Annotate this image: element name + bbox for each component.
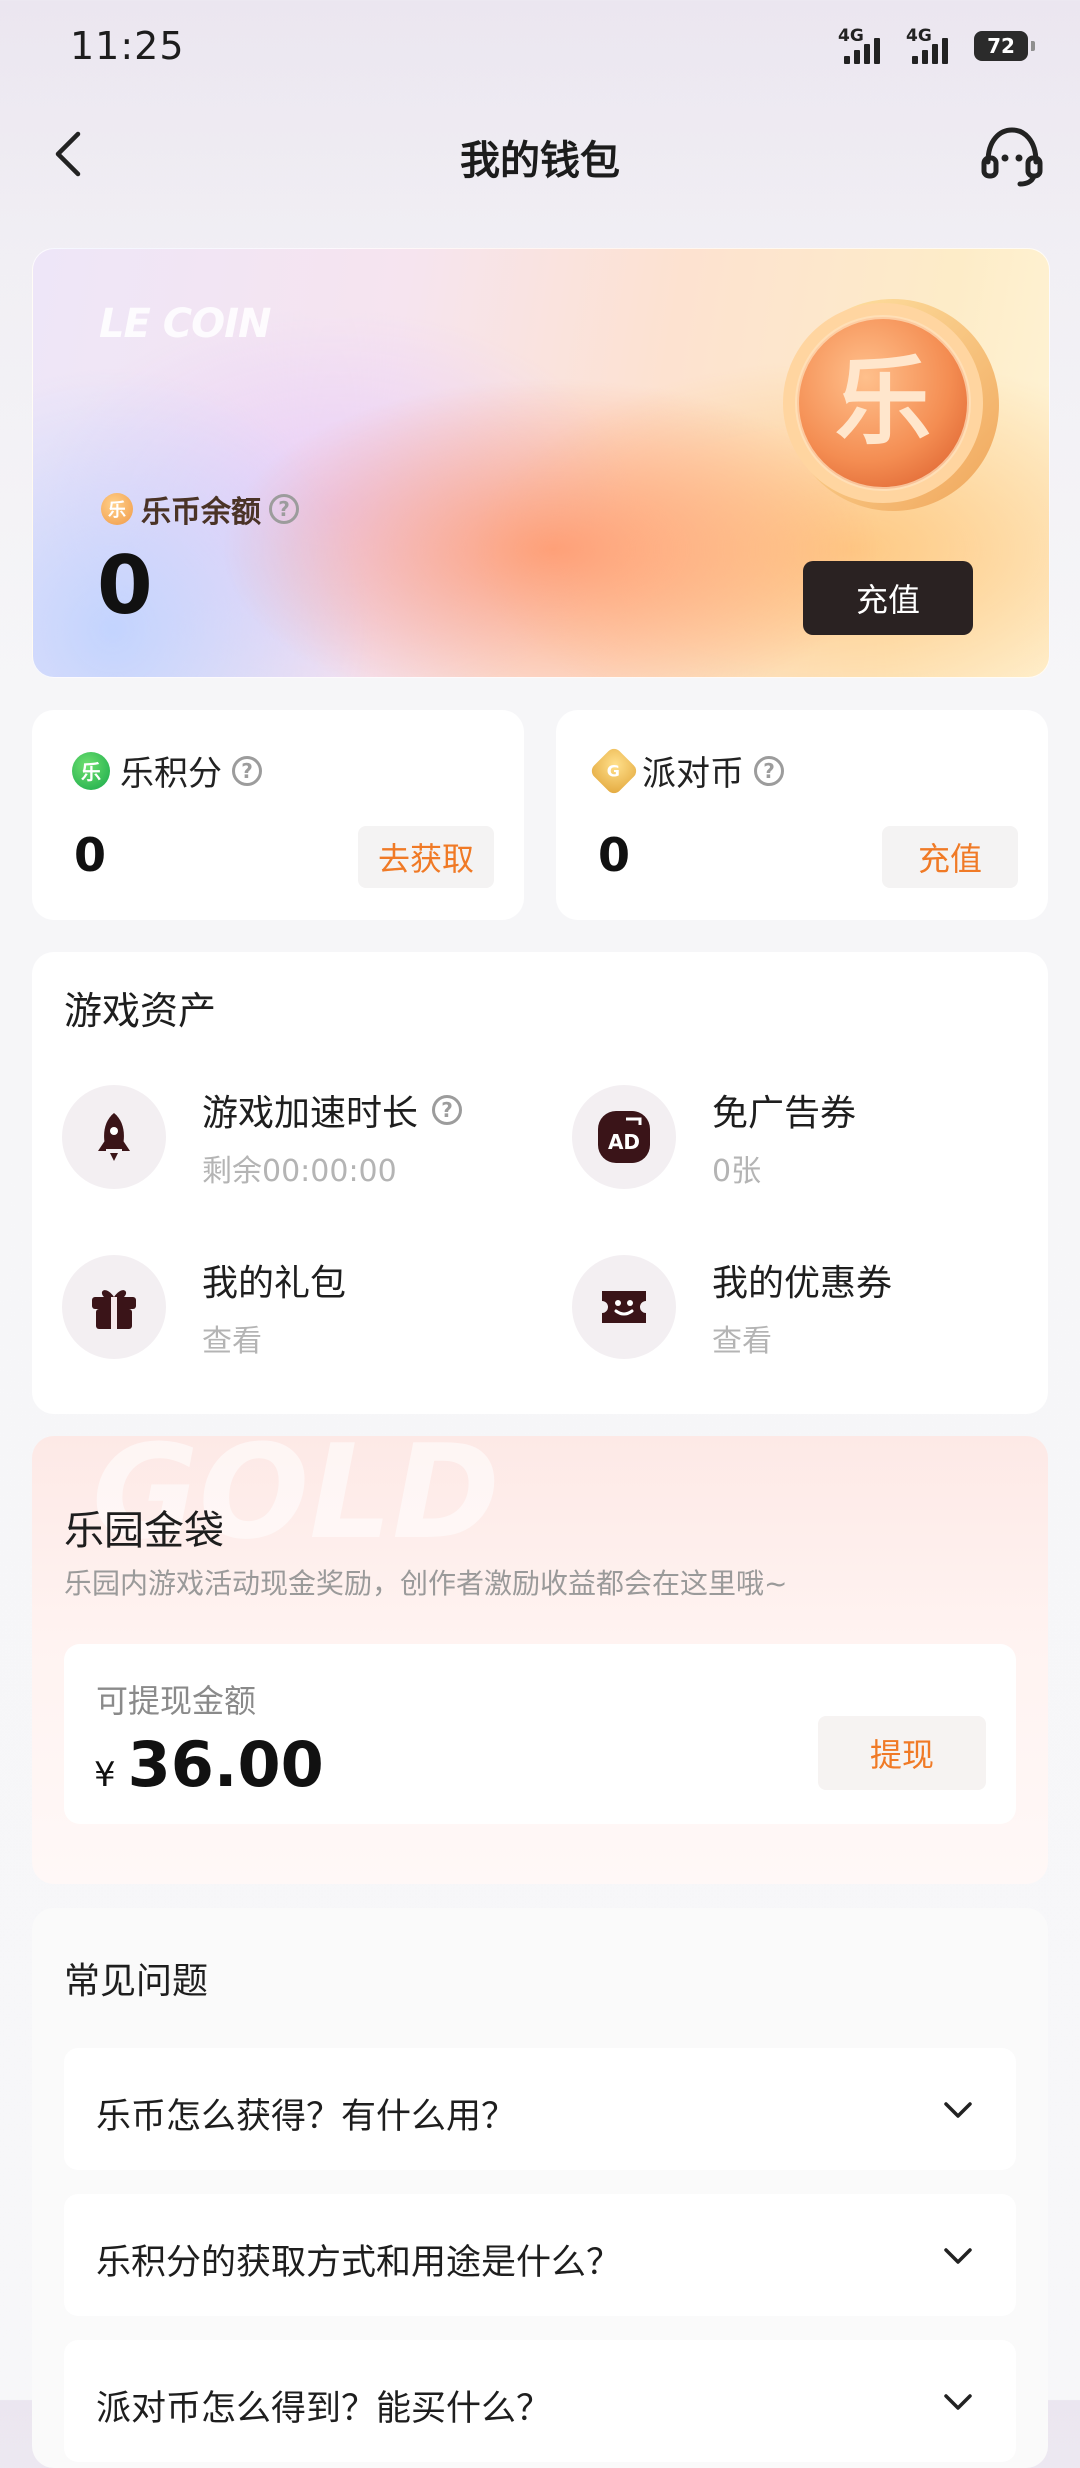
status-indicators: 4G 4G 72 <box>838 26 1035 66</box>
asset-sub: 剩余00:00:00 <box>202 1154 397 1189</box>
rocket-icon <box>62 1085 166 1189</box>
faq-item[interactable]: 乐积分的获取方式和用途是什么？ <box>64 2194 1016 2316</box>
le-coin-card: LE COIN 乐 乐 乐币余额 ? 0 充值 <box>32 248 1050 678</box>
lecoin-watermark: LE COIN <box>99 301 271 347</box>
asset-coupon[interactable]: 我的优惠券 查看 <box>572 1254 892 1360</box>
withdraw-amount-value: 36.00 <box>127 1728 324 1801</box>
gold-bag-description: 乐园内游戏活动现金奖励，创作者激励收益都会在这里哦~ <box>64 1567 788 1600</box>
ad-icon: AD <box>572 1085 676 1189</box>
party-coin-value: 0 <box>598 828 631 882</box>
signal-icon: 4G <box>838 26 896 66</box>
faq-item[interactable]: 派对币怎么得到？能买什么？ <box>64 2340 1016 2462</box>
points-icon: 乐 <box>72 751 110 790</box>
withdraw-amount: ¥ 36.00 <box>94 1728 324 1801</box>
withdraw-label: 可提现金额 <box>96 1682 257 1720</box>
coin-balance-label: 乐 乐币余额 ? <box>101 487 299 531</box>
party-coin-glyph: G <box>607 760 621 780</box>
battery-icon: 72 <box>974 31 1035 61</box>
coin-label-text: 乐币余额 <box>141 495 261 530</box>
faq-card: 常见问题 乐币怎么获得？有什么用？ 乐积分的获取方式和用途是什么？ 派对币怎么得… <box>32 1908 1048 2468</box>
withdraw-button[interactable]: 提现 <box>818 1716 986 1790</box>
gold-bag-card: GOLD 乐园金袋 乐园内游戏活动现金奖励，创作者激励收益都会在这里哦~ 可提现… <box>32 1436 1048 1884</box>
asset-sub: 0张 <box>712 1154 762 1189</box>
asset-name: 免广告券 <box>712 1093 857 1134</box>
asset-acceleration[interactable]: 游戏加速时长? 剩余00:00:00 <box>62 1084 463 1190</box>
le-coin-icon: 乐 <box>101 493 133 525</box>
withdraw-panel: 可提现金额 ¥ 36.00 提现 <box>64 1644 1016 1824</box>
points-label: 乐积分 <box>120 754 222 794</box>
chevron-down-icon <box>944 2102 972 2118</box>
faq-question: 乐积分的获取方式和用途是什么？ <box>96 2243 622 2283</box>
coin-recharge-button[interactable]: 充值 <box>803 561 973 635</box>
page-title: 我的钱包 <box>460 138 620 184</box>
help-icon[interactable]: ? <box>432 1095 463 1125</box>
asset-name: 游戏加速时长 <box>202 1093 419 1134</box>
points-card: 乐 乐积分 ? 0 去获取 <box>32 710 524 920</box>
party-coin-icon: G <box>588 745 640 796</box>
faq-question: 乐币怎么获得？有什么用？ <box>96 2097 517 2137</box>
gold-bag-title: 乐园金袋 <box>64 1508 224 1554</box>
customer-service-button[interactable] <box>978 118 1046 190</box>
get-points-button[interactable]: 去获取 <box>358 826 494 888</box>
ad-icon-text: AD <box>608 1130 640 1154</box>
faq-title: 常见问题 <box>64 1961 209 2002</box>
help-icon[interactable]: ? <box>754 755 784 786</box>
asset-name: 我的优惠券 <box>712 1263 893 1304</box>
coin-balance-value: 0 <box>97 539 153 632</box>
coupon-icon <box>572 1255 676 1359</box>
party-coin-card: G 派对币 ? 0 充值 <box>556 710 1048 920</box>
chevron-down-icon <box>944 2248 972 2264</box>
party-coin-label: 派对币 <box>642 754 744 794</box>
points-header: 乐 乐积分 ? <box>72 746 262 795</box>
asset-ad-free[interactable]: AD 免广告券 0张 <box>572 1084 856 1190</box>
asset-sub: 查看 <box>712 1324 772 1359</box>
le-coin-illustration: 乐 <box>757 285 1007 535</box>
coin-glyph: 乐 <box>835 346 931 458</box>
help-icon[interactable]: ? <box>269 494 299 524</box>
chevron-down-icon <box>944 2394 972 2410</box>
faq-question: 派对币怎么得到？能买什么？ <box>96 2389 552 2429</box>
headset-icon <box>981 127 1043 187</box>
party-coin-header: G 派对币 ? <box>588 745 784 796</box>
currency-symbol: ¥ <box>94 1755 116 1795</box>
party-coin-recharge-button[interactable]: 充值 <box>882 826 1018 888</box>
points-value: 0 <box>74 828 107 882</box>
battery-level: 72 <box>987 34 1015 58</box>
signal-icon: 4G <box>906 26 964 66</box>
help-icon[interactable]: ? <box>232 755 262 786</box>
game-assets-card: 游戏资产 游戏加速时长? 剩余00:00:00 AD 免广告券 0张 我的礼包 … <box>32 952 1048 1414</box>
gift-icon <box>62 1255 166 1359</box>
game-assets-title: 游戏资产 <box>64 989 217 1033</box>
asset-sub: 查看 <box>202 1324 262 1359</box>
asset-name: 我的礼包 <box>202 1263 347 1304</box>
asset-gift[interactable]: 我的礼包 查看 <box>62 1254 346 1360</box>
status-time: 11:25 <box>70 24 185 68</box>
faq-item[interactable]: 乐币怎么获得？有什么用？ <box>64 2048 1016 2170</box>
